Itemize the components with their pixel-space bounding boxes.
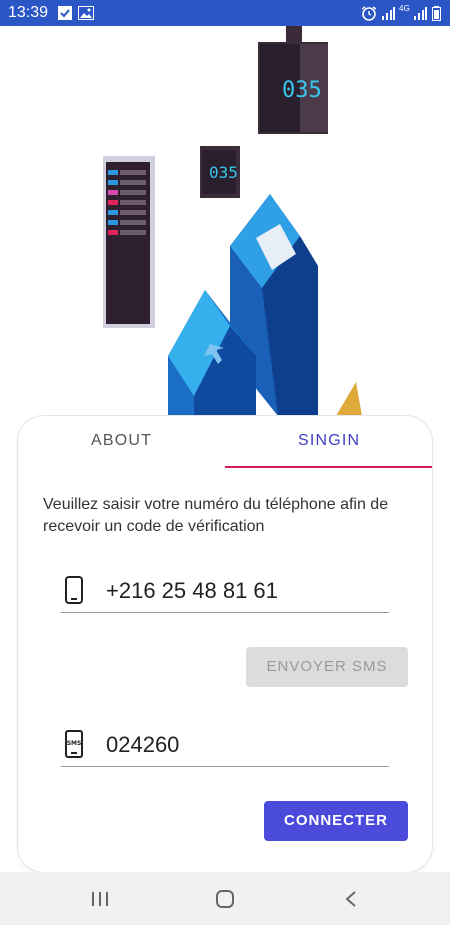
code-value: 024260 (106, 732, 180, 757)
header-illustration: 035 035 (0, 26, 450, 426)
code-field[interactable]: SMS 024260 (61, 726, 389, 767)
back-icon[interactable] (344, 890, 358, 913)
instructions-text: Veuillez saisir votre numéro du téléphon… (43, 496, 389, 535)
large-display-code: 035 (282, 78, 322, 103)
checkbox-notification-icon (58, 6, 72, 25)
phone-icon (64, 576, 84, 609)
navigation-bar (0, 872, 450, 925)
connect-button[interactable]: CONNECTER (264, 801, 408, 841)
image-notification-icon (78, 6, 94, 25)
status-time: 13:39 (8, 4, 49, 21)
tab-about[interactable]: ABOUT (91, 432, 152, 450)
sms-icon-text: SMS (67, 740, 82, 747)
signal-icon-2 (413, 6, 427, 25)
tab-singin[interactable]: SINGIN (298, 432, 360, 450)
network-type-label: 4G (399, 4, 410, 13)
signal-icon (381, 6, 395, 25)
recent-apps-icon[interactable] (91, 890, 109, 913)
small-display-code: 035 (209, 163, 238, 182)
battery-icon (432, 6, 441, 26)
alarm-icon (361, 6, 377, 26)
phone-value: +216 25 48 81 61 (106, 578, 278, 603)
send-sms-button[interactable]: ENVOYER SMS (246, 647, 408, 687)
sms-phone-icon: SMS (64, 730, 84, 763)
signin-card: ABOUT SINGIN Veuillez saisir votre numér… (18, 416, 432, 872)
home-icon[interactable] (215, 889, 235, 914)
phone-field[interactable]: +216 25 48 81 61 (61, 572, 389, 613)
status-bar: 13:39 4G (0, 0, 450, 26)
tab-indicator (225, 466, 432, 468)
